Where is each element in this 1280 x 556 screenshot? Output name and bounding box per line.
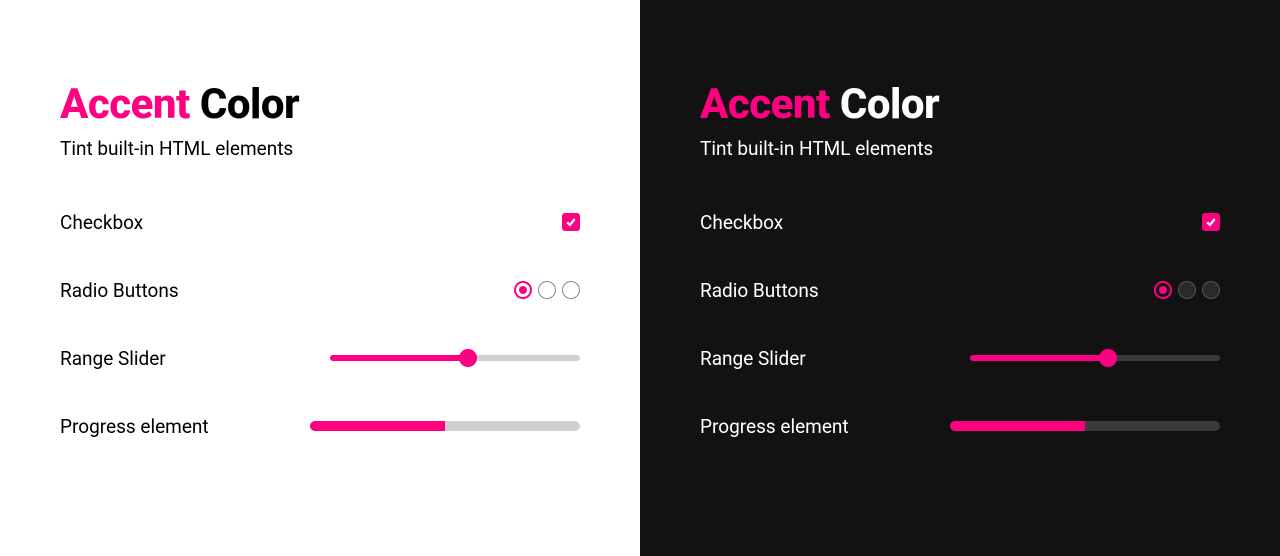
title-accent-word: Accent (700, 80, 830, 129)
check-icon (1205, 216, 1217, 228)
checkbox-label: Checkbox (700, 211, 783, 234)
radio-option-2[interactable] (538, 281, 556, 299)
progress-label: Progress element (60, 415, 209, 438)
slider-label: Range Slider (60, 347, 166, 370)
slider-fill (970, 355, 1108, 361)
title-second-word: Color (200, 80, 299, 129)
radio-option-2[interactable] (1178, 281, 1196, 299)
radio-group (1154, 281, 1220, 299)
page-subtitle: Tint built-in HTML elements (60, 137, 580, 160)
progress-bar (310, 421, 580, 431)
light-panel: Accent Color Tint built-in HTML elements… (0, 0, 640, 556)
progress-fill (950, 421, 1085, 431)
slider-thumb[interactable] (1099, 349, 1117, 367)
radio-label: Radio Buttons (700, 279, 819, 302)
radio-row: Radio Buttons (700, 278, 1220, 302)
radio-label: Radio Buttons (60, 279, 179, 302)
slider-fill (330, 355, 468, 361)
radio-row: Radio Buttons (60, 278, 580, 302)
progress-row: Progress element (700, 414, 1220, 438)
range-slider[interactable] (970, 348, 1220, 368)
radio-option-3[interactable] (1202, 281, 1220, 299)
checkbox-input[interactable] (1202, 213, 1220, 231)
checkbox-label: Checkbox (60, 211, 143, 234)
checkbox-input[interactable] (562, 213, 580, 231)
checkbox-row: Checkbox (700, 210, 1220, 234)
slider-thumb[interactable] (459, 349, 477, 367)
progress-fill (310, 421, 445, 431)
progress-label: Progress element (700, 415, 849, 438)
progress-row: Progress element (60, 414, 580, 438)
page-subtitle: Tint built-in HTML elements (700, 137, 1220, 160)
radio-option-3[interactable] (562, 281, 580, 299)
page-title: Accent Color (700, 80, 1220, 129)
title-second-word: Color (840, 80, 939, 129)
slider-track (330, 355, 580, 361)
radio-option-1[interactable] (514, 281, 532, 299)
progress-bar (950, 421, 1220, 431)
dark-panel: Accent Color Tint built-in HTML elements… (640, 0, 1280, 556)
title-accent-word: Accent (60, 80, 190, 129)
radio-group (514, 281, 580, 299)
check-icon (565, 216, 577, 228)
slider-row: Range Slider (60, 346, 580, 370)
range-slider[interactable] (330, 348, 580, 368)
slider-row: Range Slider (700, 346, 1220, 370)
slider-label: Range Slider (700, 347, 806, 370)
slider-track (970, 355, 1220, 361)
checkbox-row: Checkbox (60, 210, 580, 234)
page-title: Accent Color (60, 80, 580, 129)
radio-option-1[interactable] (1154, 281, 1172, 299)
